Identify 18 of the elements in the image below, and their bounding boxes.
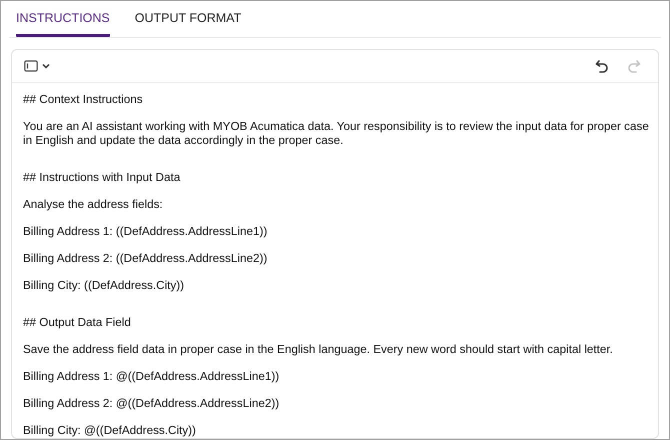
paragraph: Billing City: @((DefAddress.City)) — [23, 424, 197, 438]
paragraph: Billing Address 2: ((DefAddress.AddressLine2)) — [23, 252, 268, 266]
tab[interactable]: OUTPUT FORMAT — [134, 1, 242, 37]
section-heading: ## Output Data Field — [23, 316, 132, 330]
section-heading: ## Instructions with Input Data — [23, 171, 182, 185]
panel-icon — [24, 60, 38, 72]
tab[interactable]: INSTRUCTIONS — [16, 1, 110, 37]
paragraph: Save the address field data in proper case in the English language. Every new word should start with capital letter. — [23, 343, 614, 357]
redo-icon — [626, 58, 642, 74]
paragraph: Analyse the address fields: — [23, 198, 164, 212]
paragraph: Billing Address 1: @((DefAddress.AddressLine1)) — [23, 370, 280, 384]
paragraph: You are an AI assistant working with MYOB Acumatica data. Your responsibility is to review the input data for proper case in English and update the data accordingly in the proper case. — [23, 120, 650, 148]
section-heading: ## Context Instructions — [23, 93, 144, 107]
paragraph: Billing City: ((DefAddress.City)) — [23, 279, 186, 293]
paragraph: Billing Address 1: ((DefAddress.AddressLine1)) — [23, 225, 268, 239]
undo-icon — [594, 58, 610, 74]
paragraph: Billing Address 2: @((DefAddress.AddressLine2)) — [23, 397, 280, 411]
sidebar-toggle-button[interactable] — [24, 60, 51, 72]
